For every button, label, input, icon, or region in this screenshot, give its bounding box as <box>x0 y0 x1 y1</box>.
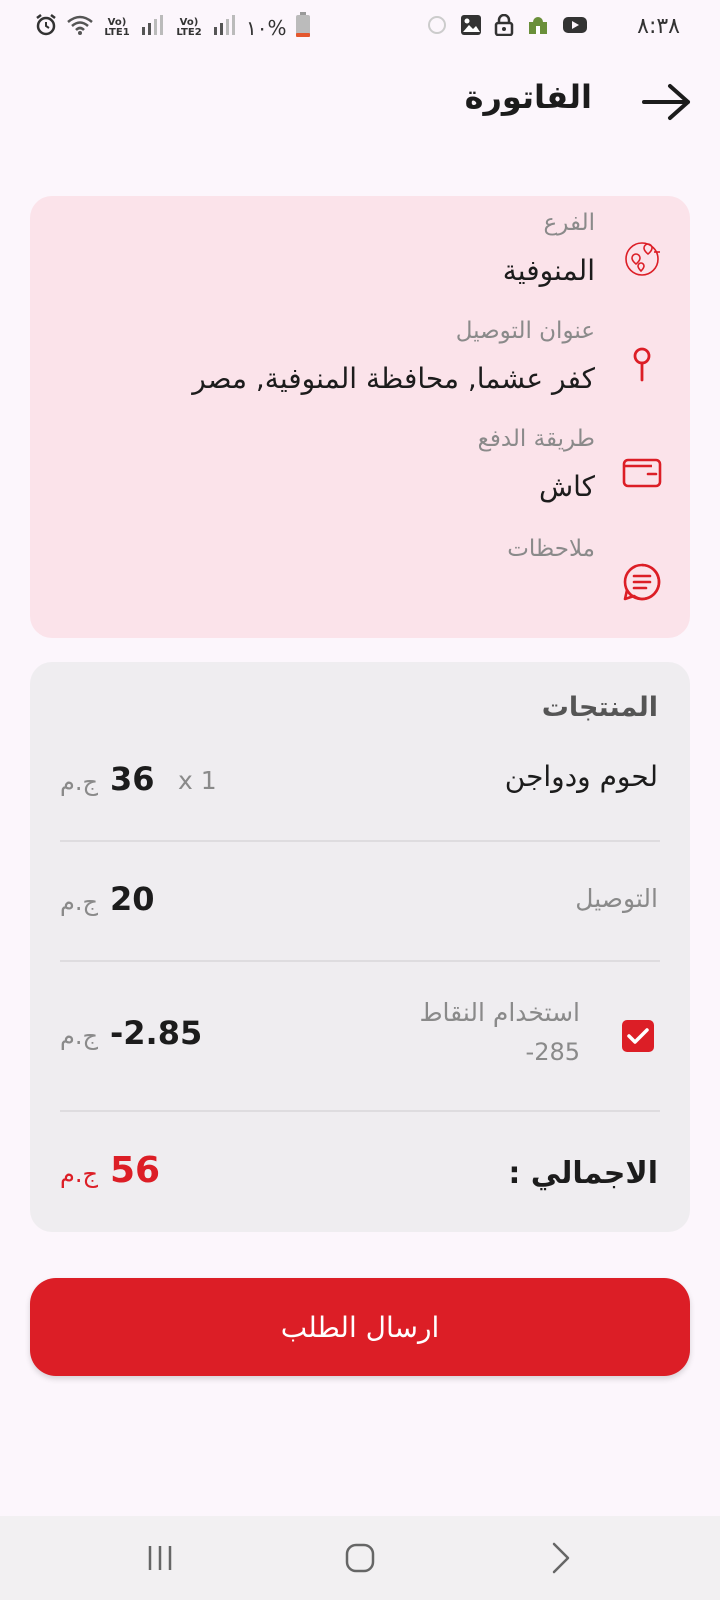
alarm-icon <box>34 13 58 43</box>
total-amount: 56 <box>109 1150 161 1191</box>
points-amount: -2.85 <box>109 1014 203 1052</box>
recent-apps-icon[interactable] <box>140 1538 180 1578</box>
total-label: الاجمالي : <box>508 1156 658 1191</box>
sim2-label: Vo) LTE1 <box>104 17 130 38</box>
status-icons-left: %١٠ Vo) LTE2 Vo) LTE1 <box>34 12 311 44</box>
lock-icon <box>494 13 514 42</box>
gallery-icon <box>460 14 482 42</box>
delivery-amount: 20 <box>109 880 155 918</box>
points-label: استخدام النقاط <box>419 998 580 1027</box>
divider <box>60 960 660 962</box>
signal-icon <box>212 15 238 41</box>
delivery-price: ج.م 20 <box>60 880 155 918</box>
app-header: الفاتورة <box>0 70 720 134</box>
home-icon[interactable] <box>340 1538 380 1578</box>
branch-label: الفرع <box>543 210 595 236</box>
notes-icon <box>622 562 662 602</box>
signal-icon-2 <box>140 15 166 41</box>
points-price: ج.م -2.85 <box>60 1014 202 1052</box>
payment-value: كاش <box>538 470 595 503</box>
product-name: لحوم ودواجن <box>504 760 658 793</box>
points-currency: ج.م <box>60 1022 98 1050</box>
divider <box>60 840 660 842</box>
products-card: المنتجات لحوم ودواجن x 1 ج.م 36 التوصيل … <box>30 662 690 1232</box>
checkmark-icon <box>627 1028 649 1044</box>
points-value: -285 <box>525 1038 580 1066</box>
back-arrow-icon[interactable] <box>640 80 694 124</box>
sim1-label: Vo) LTE2 <box>176 17 202 38</box>
delivery-currency: ج.م <box>60 888 98 916</box>
total-currency: ج.م <box>60 1160 98 1188</box>
product-currency: ج.م <box>60 768 98 796</box>
location-pin-icon <box>622 344 662 384</box>
status-bar: ٨:٣٨ %١٠ Vo) LTE2 Vo) LTE1 <box>0 0 720 56</box>
wifi-icon <box>66 14 94 42</box>
notification-icon <box>426 14 448 42</box>
notes-label[interactable]: ملاحظات <box>507 536 595 562</box>
page-title: الفاتورة <box>464 78 592 116</box>
product-amount: 36 <box>109 760 155 798</box>
address-value: كفر عشما, محافظة المنوفية, مصر <box>192 362 595 395</box>
battery-percent: %١٠ <box>246 16 287 40</box>
address-label: عنوان التوصيل <box>455 318 595 344</box>
total-price: ج.م 56 <box>60 1150 160 1191</box>
youtube-icon <box>562 15 588 41</box>
system-nav-bar <box>0 1516 720 1600</box>
submit-order-button[interactable]: ارسال الطلب <box>30 1278 690 1376</box>
mosque-app-icon <box>526 14 550 42</box>
status-time: ٨:٣٨ <box>637 14 680 39</box>
product-price: ج.م 36 <box>60 760 155 798</box>
products-section-title: المنتجات <box>541 692 658 723</box>
wallet-icon <box>622 452 662 492</box>
battery-icon <box>295 12 311 44</box>
back-nav-icon[interactable] <box>540 1538 580 1578</box>
status-icons-right <box>426 13 588 42</box>
points-checkbox[interactable] <box>622 1020 654 1052</box>
branch-value: المنوفية <box>502 254 595 287</box>
order-info-card: الفرع المنوفية عنوان التوصيل كفر عشما, م… <box>30 196 690 638</box>
divider <box>60 1110 660 1112</box>
delivery-label: التوصيل <box>575 884 658 913</box>
product-qty: x 1 <box>178 766 217 795</box>
branch-map-pins-icon <box>622 238 662 278</box>
payment-label: طريقة الدفع <box>477 426 595 452</box>
